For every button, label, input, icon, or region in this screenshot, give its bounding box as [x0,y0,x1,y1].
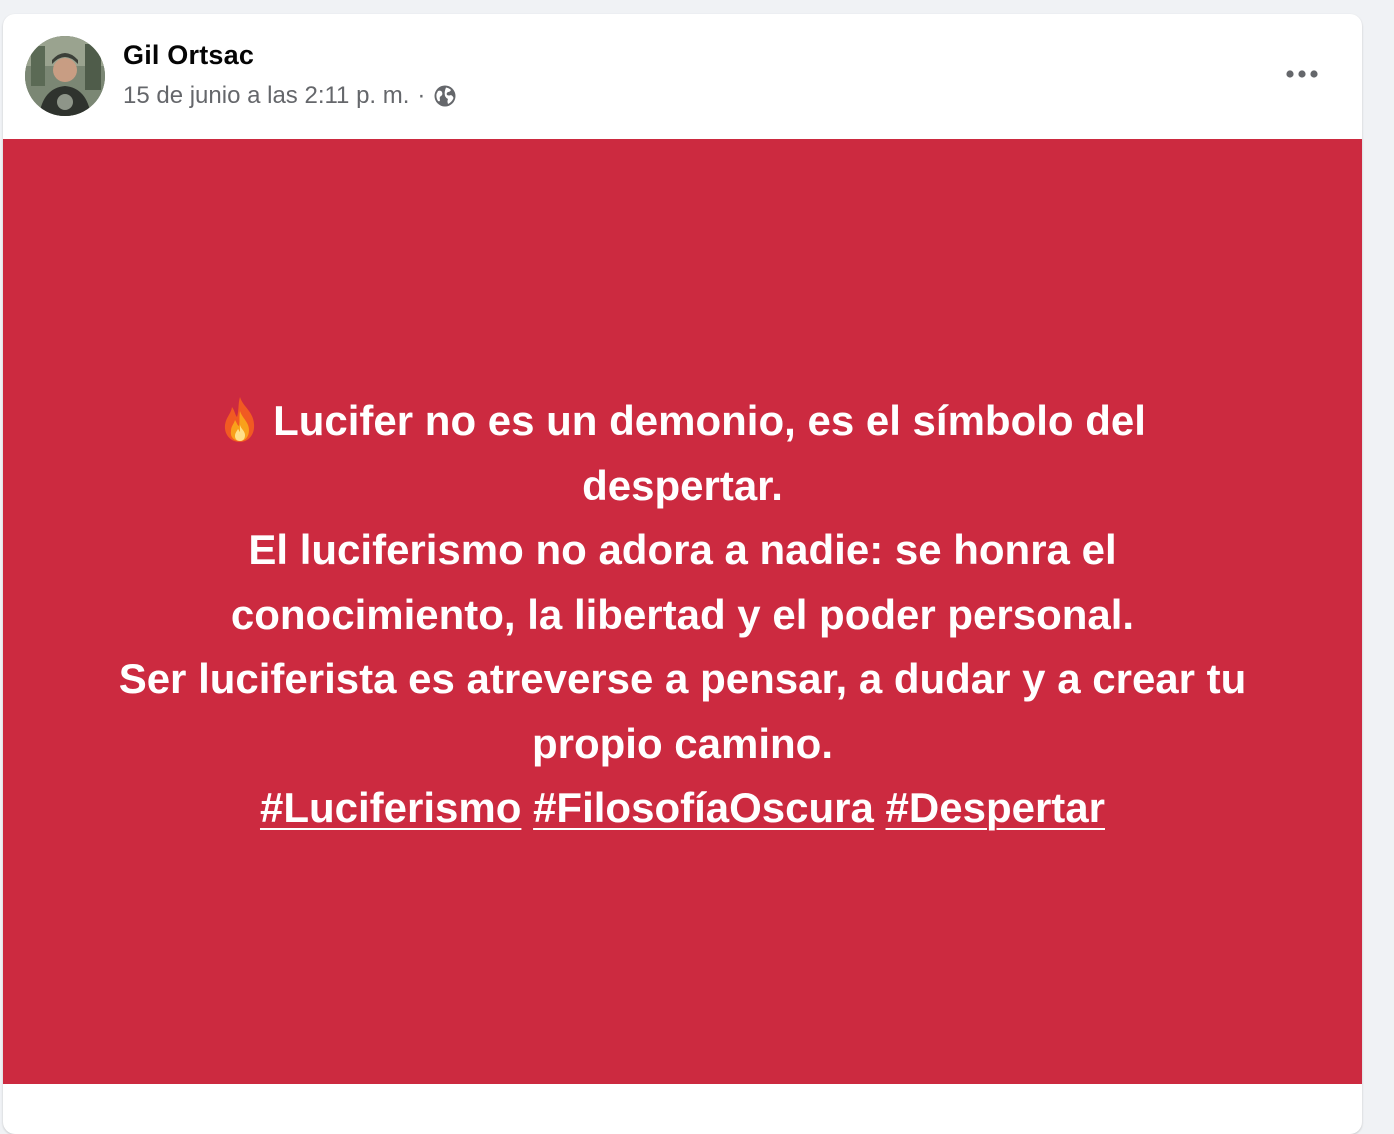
post-line-2: despertar. [582,461,783,509]
post-line-6: propio camino. [531,719,833,767]
fire-icon [219,395,261,443]
globe-icon[interactable] [433,84,457,108]
author-avatar[interactable] [25,36,105,116]
hashtag-luciferismo[interactable]: #Luciferismo [260,784,521,831]
post-line-1: Lucifer no es un demonio, es el símbolo … [273,397,1146,444]
post-card: Gil Ortsac 15 de junio a las 2:11 p. m. … [3,14,1362,1134]
author-name[interactable]: Gil Ortsac [123,40,254,71]
post-line-5: Ser luciferista es atreverse a pensar, a… [118,655,1247,702]
ellipsis-icon [1286,70,1318,78]
post-header: Gil Ortsac 15 de junio a las 2:11 p. m. … [3,14,1362,139]
post-line-3: El luciferismo no adora a nadie: se honr… [248,526,1117,573]
post-background: Lucifer no es un demonio, es el símbolo … [3,139,1362,1084]
meta-separator: · [417,82,426,109]
post-meta: 15 de junio a las 2:11 p. m. · [123,82,457,110]
hashtag-despertar[interactable]: #Despertar [886,784,1105,831]
post-text: Lucifer no es un demonio, es el símbolo … [43,389,1322,841]
post-timestamp[interactable]: 15 de junio a las 2:11 p. m. [123,82,409,110]
hashtag-line: #Luciferismo #FilosofíaOscura #Despertar [43,776,1322,841]
post-text-line: Lucifer no es un demonio, es el símbolo … [43,389,1322,454]
post-line-4: conocimiento, la libertad y el poder per… [230,590,1135,638]
hashtag-filosofia-oscura[interactable]: #FilosofíaOscura [533,784,874,831]
avatar-photo-icon [25,36,105,116]
more-options-button[interactable] [1278,56,1326,92]
